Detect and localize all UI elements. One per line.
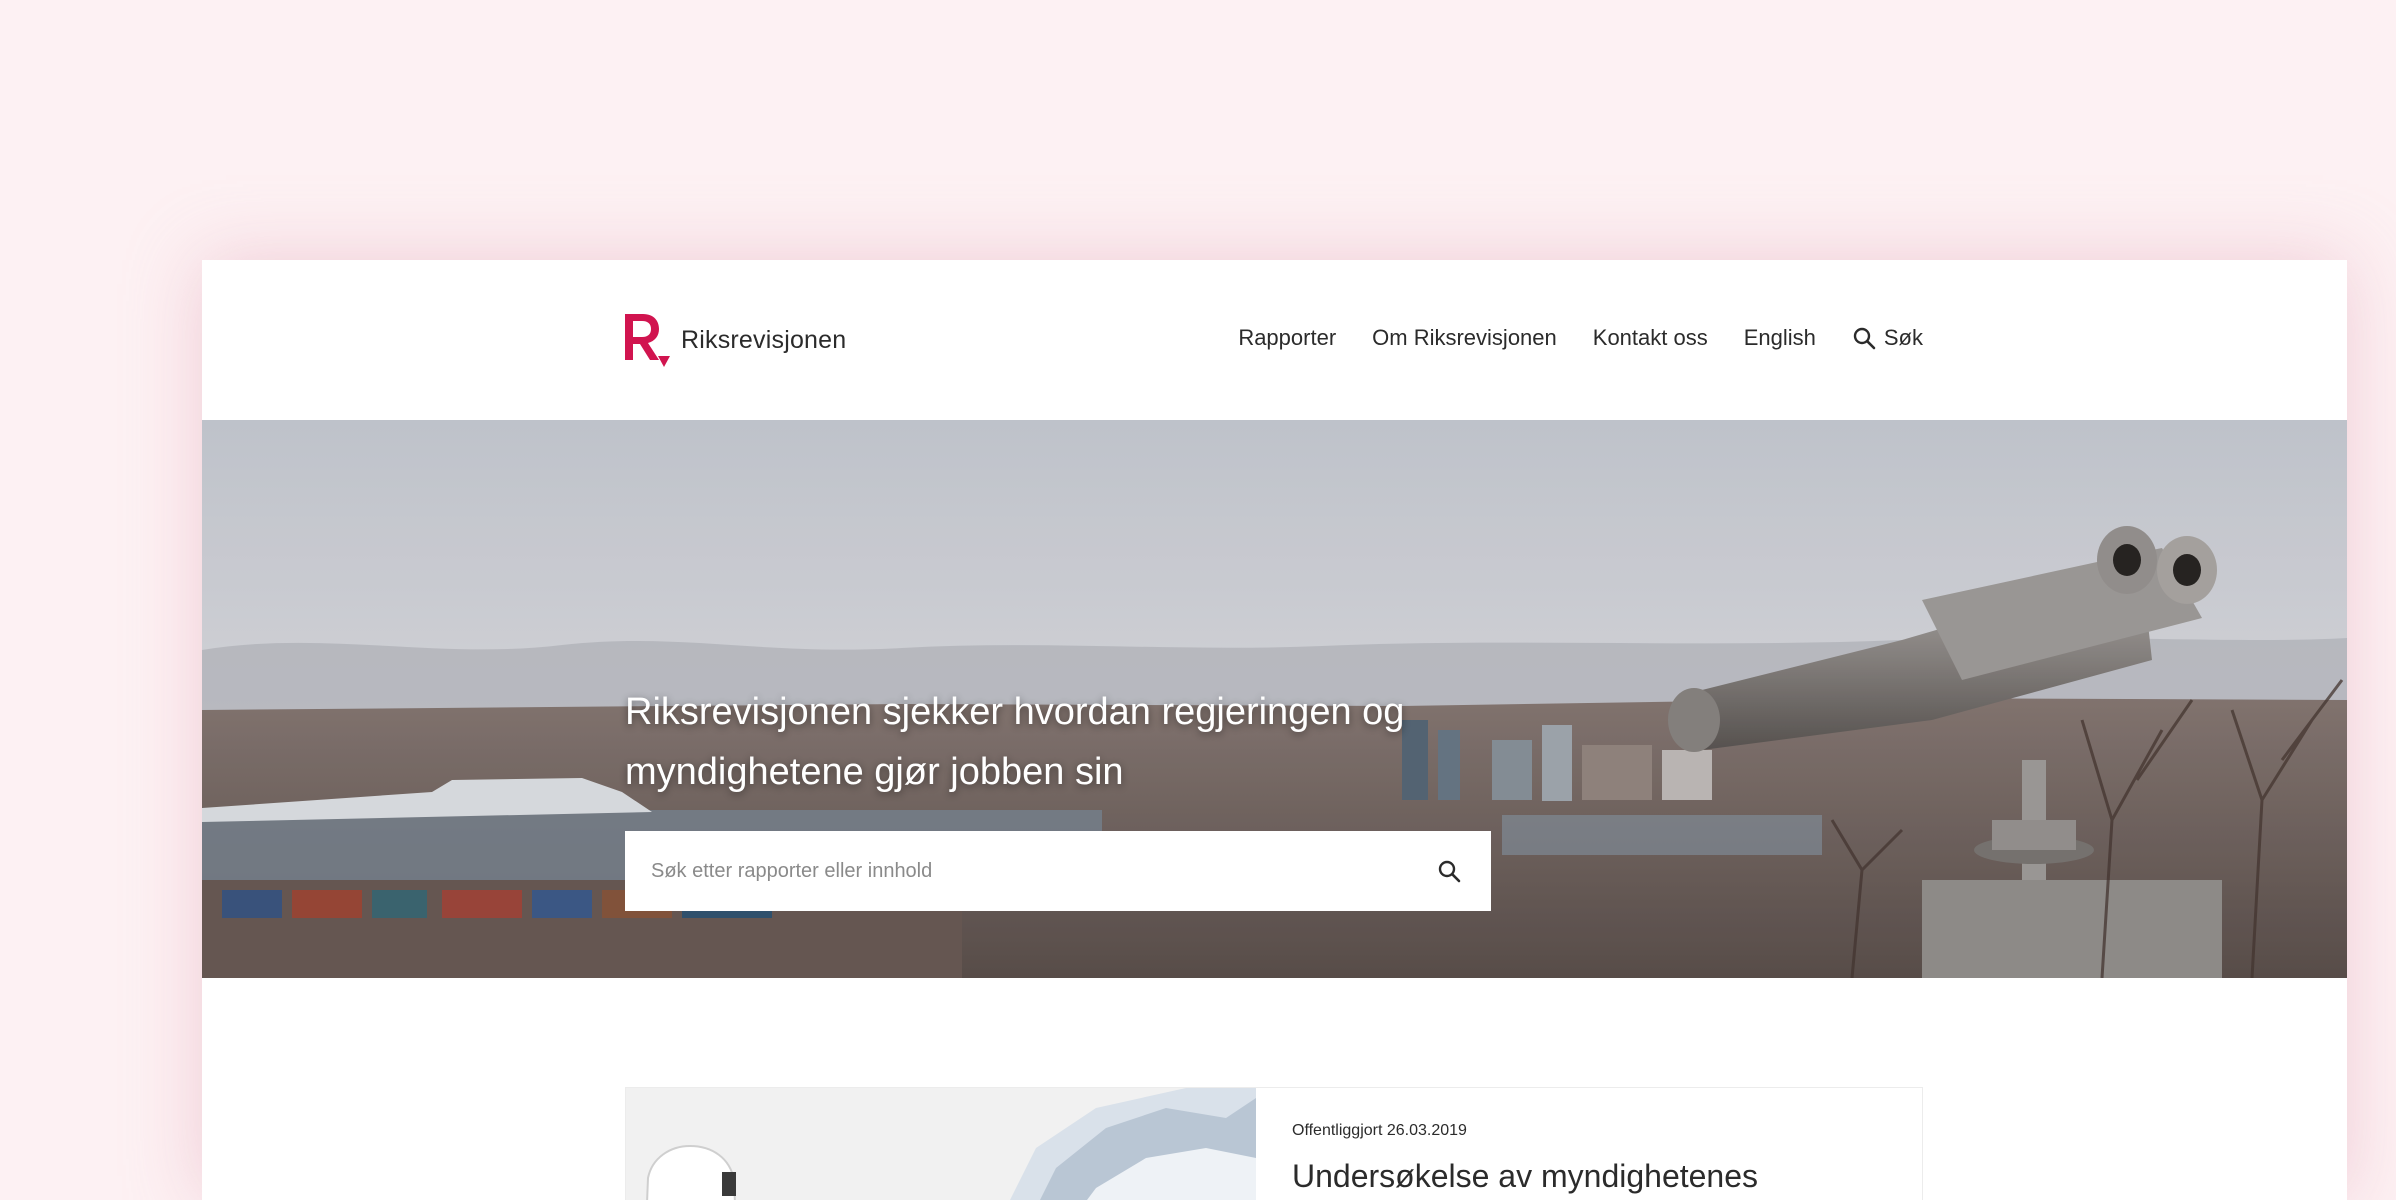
report-image bbox=[626, 1088, 1256, 1200]
nav-search-button[interactable]: Søk bbox=[1852, 325, 1923, 351]
report-title[interactable]: Undersøkelse av myndighetenes bbox=[1292, 1158, 1758, 1195]
logo-text: Riksrevisjonen bbox=[681, 325, 847, 354]
search-icon bbox=[1438, 860, 1461, 883]
main-nav: Rapporter Om Riksrevisjonen Kontakt oss … bbox=[1238, 318, 1923, 358]
hero-search-input[interactable] bbox=[649, 858, 1429, 884]
logo-link[interactable]: Riksrevisjonen bbox=[623, 312, 846, 368]
nav-search-label: Søk bbox=[1883, 325, 1923, 350]
browser-page: Riksrevisjonen Rapporter Om Riksrevisjon… bbox=[202, 260, 2347, 1200]
site-header: Riksrevisjonen Rapporter Om Riksrevisjon… bbox=[202, 260, 2347, 420]
logo-icon bbox=[625, 314, 670, 367]
nav-item-om-riksrevisjonen[interactable]: Om Riksrevisjonen bbox=[1372, 325, 1557, 351]
nav-item-rapporter[interactable]: Rapporter bbox=[1238, 325, 1336, 351]
hero-search-box bbox=[625, 831, 1491, 911]
report-photo bbox=[626, 1088, 1256, 1200]
featured-report-card[interactable]: Offentliggjort 26.03.2019 Undersøkelse a… bbox=[625, 1087, 1923, 1200]
hero-title: Riksrevisjonen sjekker hvordan regjering… bbox=[625, 691, 1405, 793]
hero-search-button[interactable] bbox=[1429, 851, 1469, 891]
hero: Riksrevisjonen sjekker hvordan regjering… bbox=[202, 420, 2347, 978]
report-published-date: Offentliggjort 26.03.2019 bbox=[1292, 1122, 1467, 1139]
nav-item-english[interactable]: English bbox=[1744, 325, 1816, 351]
search-icon bbox=[1853, 327, 1876, 350]
nav-item-kontakt-oss[interactable]: Kontakt oss bbox=[1593, 325, 1708, 351]
report-text: Offentliggjort 26.03.2019 Undersøkelse a… bbox=[1256, 1088, 1758, 1200]
